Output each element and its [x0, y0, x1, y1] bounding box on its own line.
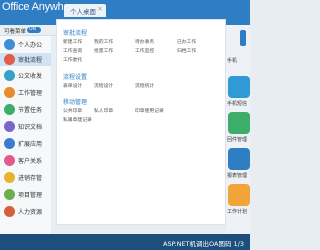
approval-icon: [4, 54, 15, 65]
sidebar-item-label: 扩展应用: [18, 141, 43, 148]
sidebar-item-label: 个人办公: [18, 42, 43, 49]
menu-link[interactable]: 已办工作: [177, 38, 196, 45]
sidebar-item-label: 公文收发: [18, 73, 43, 80]
menu-link[interactable]: 归档工作: [177, 47, 196, 54]
sidebar-item-projects[interactable]: 项目管理: [0, 188, 51, 201]
menu-link[interactable]: 流程设计: [94, 82, 113, 89]
menu-link[interactable]: 私属章建记录: [63, 116, 92, 123]
customer-icon: [4, 155, 15, 166]
menu-link[interactable]: 批量工作: [94, 47, 113, 54]
sidebar-item-inventory[interactable]: 进销存管: [0, 171, 51, 184]
sidebar-item-label: 工作管理: [18, 90, 43, 97]
menu-link[interactable]: 工作监控: [135, 47, 154, 54]
hr-icon: [4, 206, 15, 217]
menu-link[interactable]: 印章使用记录: [135, 107, 164, 114]
widget-label: 报表管理: [227, 173, 248, 179]
sidebar-item-extensions[interactable]: 扩展应用: [0, 137, 51, 150]
widget-label: 工作计划: [227, 209, 248, 215]
sidebar-item-work-management[interactable]: 工作管理: [0, 86, 51, 99]
widget-label: 手机短信: [227, 101, 248, 107]
person-icon: [4, 39, 15, 50]
sidebar-item-personal-office[interactable]: 个人办公: [0, 38, 51, 51]
menu-link[interactable]: 表单设计: [63, 82, 82, 89]
sidebar-item-documents[interactable]: 公文收发: [0, 69, 51, 82]
sidebar-item-label: 节置任务: [18, 107, 43, 114]
footer-text: ASP.NET机调出OA图码 1/3: [163, 240, 244, 248]
menu-link[interactable]: 我的工作: [94, 38, 113, 45]
work-icon: [4, 87, 15, 98]
sidebar: 个人办公 审批流程 公文收发 工作管理 节置任务 知识文档 扩展应用 客户关系 …: [0, 36, 51, 234]
sidebar-item-tasks[interactable]: 节置任务: [0, 103, 51, 116]
knowledge-icon: [4, 121, 15, 132]
sidebar-item-label: 项目管理: [18, 192, 43, 199]
sms-icon[interactable]: [228, 76, 250, 98]
sidebar-item-label: 人力资源: [18, 209, 43, 216]
sidebar-item-label: 客户关系: [18, 158, 43, 165]
sidebar-item-hr[interactable]: 人力资源: [0, 205, 51, 218]
menu-link[interactable]: 私人印章: [94, 107, 113, 114]
close-icon[interactable]: ✕: [98, 5, 103, 13]
menu-link[interactable]: 公共印章: [63, 107, 82, 114]
sidebar-item-approval-flow[interactable]: 审批流程: [0, 53, 51, 66]
report-icon[interactable]: [228, 148, 250, 170]
menu-toggle[interactable]: ON: [27, 27, 41, 33]
widget-label: 回件管理: [227, 137, 248, 143]
section-title: 移动管理: [63, 99, 88, 106]
widget-label: 手机: [227, 58, 238, 64]
menu-link[interactable]: 流程统计: [135, 82, 154, 89]
inventory-icon: [4, 172, 15, 183]
sidebar-item-label: 进销存管: [18, 175, 43, 182]
toggle-label: ON: [29, 27, 36, 32]
menu-link[interactable]: 工作查询: [63, 47, 82, 54]
sidebar-item-knowledge[interactable]: 知识文档: [0, 120, 51, 133]
project-icon: [4, 189, 15, 200]
document-icon: [4, 70, 15, 81]
extension-icon: [4, 138, 15, 149]
menu-toggle-label: 可看菜单: [4, 29, 27, 35]
tab-label: 个人桌面: [70, 8, 96, 16]
sidebar-item-label: 审批流程: [18, 57, 43, 64]
section-title: 流程设置: [63, 74, 88, 81]
menu-link[interactable]: 工作委托: [63, 56, 82, 63]
task-icon: [4, 104, 15, 115]
section-title: 审批流程: [63, 30, 88, 37]
plan-icon[interactable]: [228, 184, 250, 206]
tab-personal-desktop[interactable]: 个人桌面 ✕: [64, 4, 106, 17]
footer-bar: ASP.NET机调出OA图码 1/3: [0, 234, 250, 250]
menu-link[interactable]: 新建工作: [63, 38, 82, 45]
mail-icon[interactable]: [228, 112, 250, 134]
menu-link[interactable]: 待办事务: [135, 38, 154, 45]
sidebar-item-label: 知识文档: [18, 124, 43, 131]
scroll-indicator[interactable]: [240, 30, 246, 46]
sidebar-item-customers[interactable]: 客户关系: [0, 154, 51, 167]
approval-flow-panel: 审批流程 新建工作 我的工作 待办事务 已办工作 工作查询 批量工作 工作监控 …: [56, 19, 226, 225]
